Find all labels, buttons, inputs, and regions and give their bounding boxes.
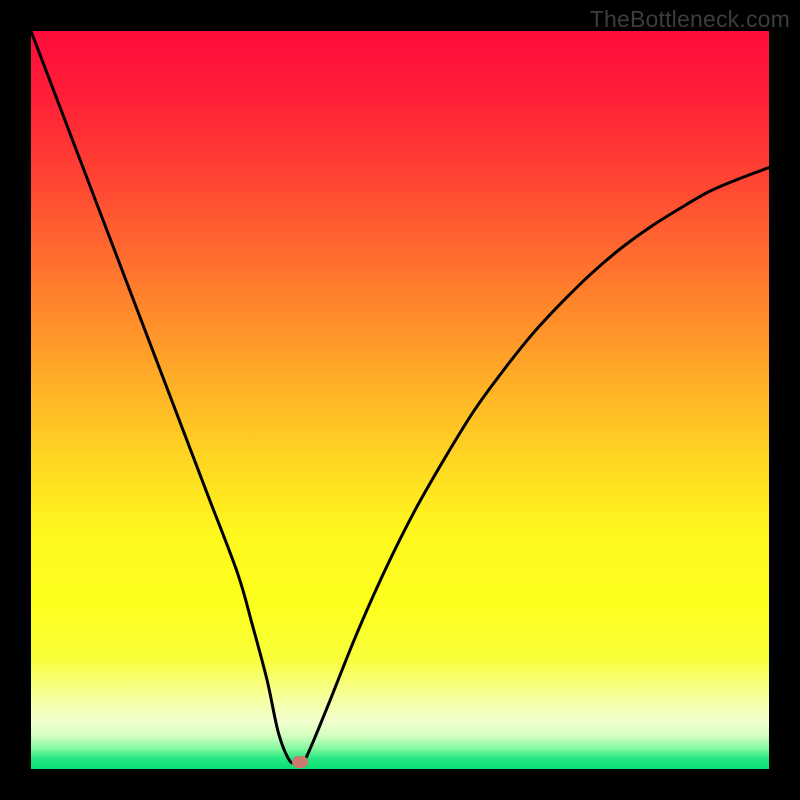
bottleneck-marker (292, 756, 308, 768)
plot-area (31, 31, 769, 769)
bottleneck-curve (31, 31, 769, 769)
chart-frame: TheBottleneck.com (0, 0, 800, 800)
watermark-text: TheBottleneck.com (590, 6, 790, 33)
